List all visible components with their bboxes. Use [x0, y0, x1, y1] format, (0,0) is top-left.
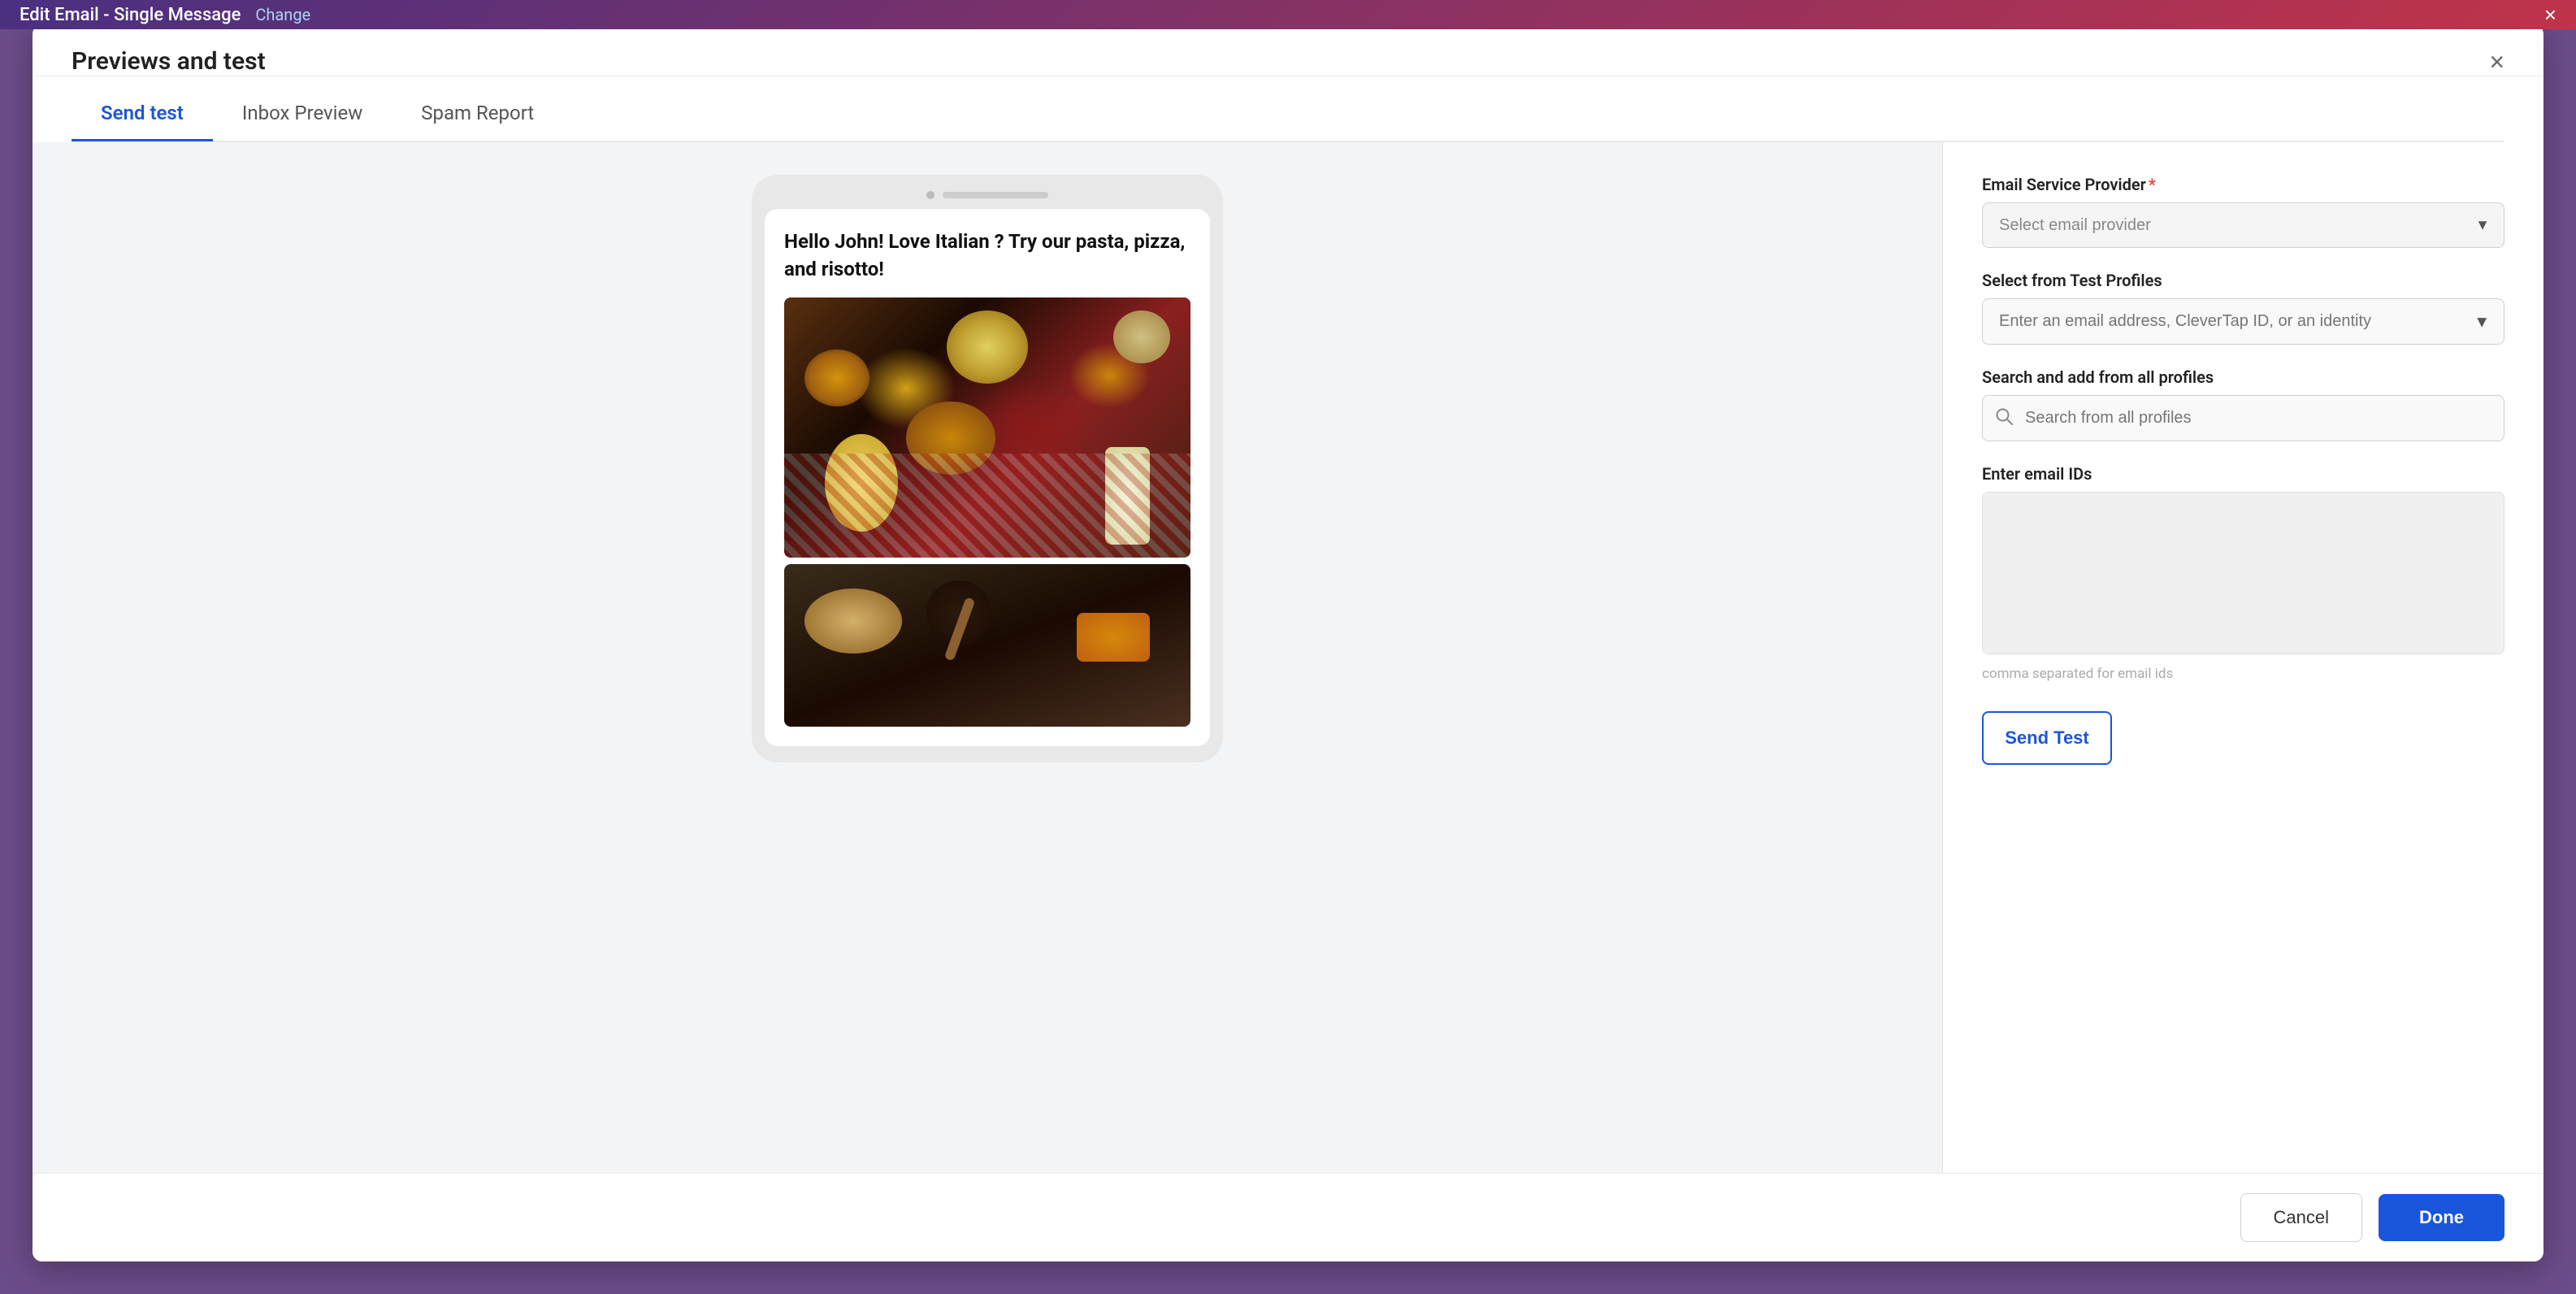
phone-notch	[765, 191, 1210, 199]
test-profiles-input[interactable]	[1982, 298, 2504, 345]
food-bowl1	[947, 310, 1028, 384]
test-profiles-label: Select from Test Profiles	[1982, 271, 2504, 290]
food-image-content	[784, 297, 1190, 558]
email-service-provider-select[interactable]: Select email provider	[1982, 202, 2504, 248]
email-service-provider-group: Email Service Provider* Select email pro…	[1982, 175, 2504, 248]
phone-status-bar	[943, 192, 1048, 198]
food2-item1	[804, 588, 902, 654]
modal-body: Hello John! Love Italian ? Try our pasta…	[33, 142, 2543, 1173]
search-profiles-wrapper	[1982, 395, 2504, 441]
top-bar-title: Edit Email - Single Message	[20, 5, 241, 25]
email-greeting: Hello John! Love Italian ? Try our pasta…	[784, 228, 1190, 283]
email-ids-group: Enter email IDs comma separated for emai…	[1982, 464, 2504, 682]
top-bar: Edit Email - Single Message Change ×	[0, 0, 2576, 29]
modal-title: Previews and test	[72, 47, 266, 76]
modal-close-button[interactable]: ×	[2489, 49, 2504, 75]
change-link[interactable]: Change	[255, 5, 310, 24]
cancel-button[interactable]: Cancel	[2240, 1193, 2362, 1242]
tab-spam-report[interactable]: Spam Report	[392, 87, 563, 141]
email-ids-textarea[interactable]	[1982, 492, 2504, 654]
modal-footer: Cancel Done	[33, 1173, 2543, 1261]
email-food-image-2	[784, 564, 1190, 727]
tab-send-test[interactable]: Send test	[72, 87, 213, 141]
email-service-provider-label: Email Service Provider*	[1982, 175, 2504, 194]
send-test-button-wrapper: Send Test	[1982, 705, 2504, 765]
email-service-provider-wrapper: Select email provider ▼	[1982, 202, 2504, 248]
send-test-button[interactable]: Send Test	[1982, 711, 2112, 765]
modal-header: Previews and test ×	[33, 24, 2543, 76]
done-button[interactable]: Done	[2379, 1194, 2504, 1241]
tabs-container: Send test Inbox Preview Spam Report	[33, 86, 2543, 141]
email-food-image-1	[784, 297, 1190, 558]
email-ids-label: Enter email IDs	[1982, 464, 2504, 484]
email-ids-hint: comma separated for email ids	[1982, 666, 2504, 682]
right-panel: Email Service Provider* Select email pro…	[1942, 142, 2543, 1173]
search-profiles-label: Search and add from all profiles	[1982, 367, 2504, 387]
search-profiles-group: Search and add from all profiles	[1982, 367, 2504, 441]
preview-panel: Hello John! Love Italian ? Try our pasta…	[33, 142, 1942, 1173]
phone-screen: Hello John! Love Italian ? Try our pasta…	[765, 209, 1210, 746]
tab-inbox-preview[interactable]: Inbox Preview	[213, 87, 392, 141]
phone-dot	[926, 191, 935, 199]
modal: Previews and test × Send test Inbox Prev…	[33, 24, 2543, 1261]
food-cloth	[784, 454, 1190, 558]
search-profiles-input[interactable]	[1982, 395, 2504, 441]
food-bowl2	[1113, 310, 1170, 363]
search-icon	[1995, 407, 2013, 430]
top-bar-close-button[interactable]: ×	[2544, 2, 2556, 28]
food2-item3	[1077, 613, 1150, 662]
test-profiles-wrapper: ▼	[1982, 298, 2504, 345]
food-pasta	[804, 350, 870, 406]
phone-mockup: Hello John! Love Italian ? Try our pasta…	[752, 175, 1223, 762]
test-profiles-group: Select from Test Profiles ▼	[1982, 271, 2504, 345]
